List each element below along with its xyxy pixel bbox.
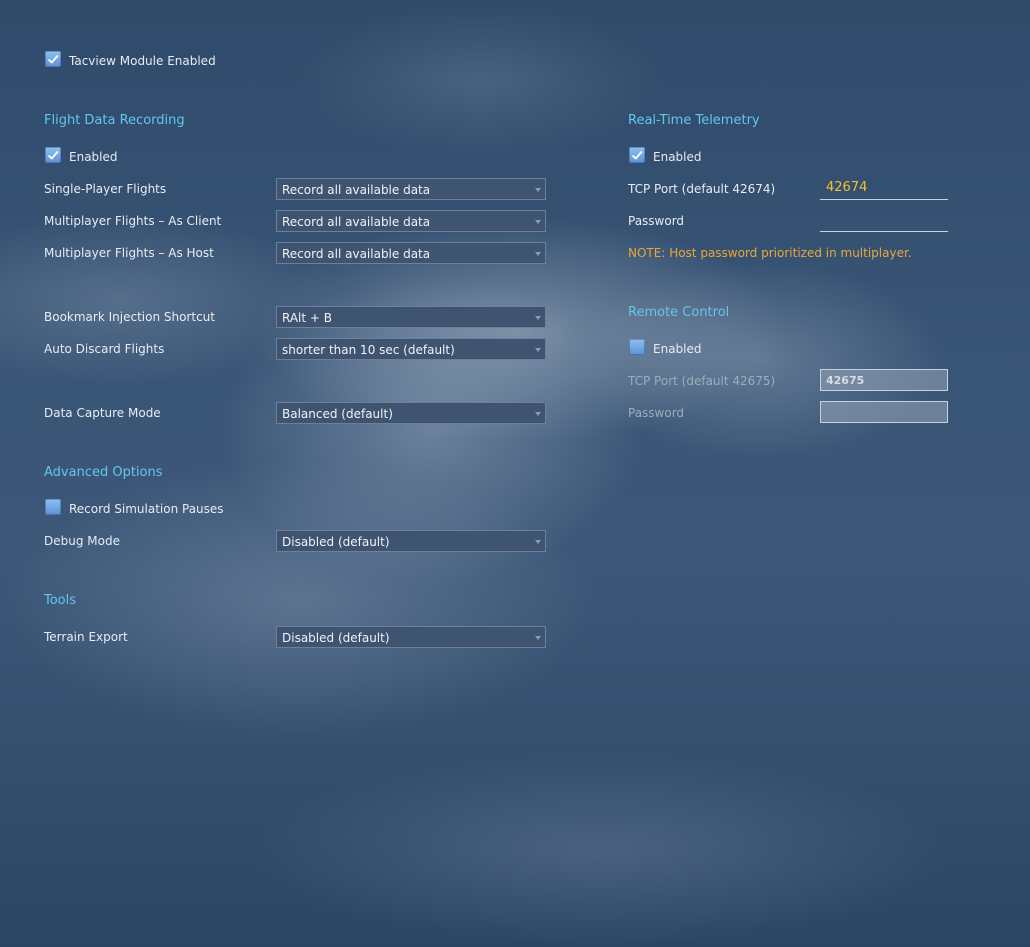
telemetry-port-value: 42674 bbox=[826, 180, 868, 195]
remote-password-input[interactable] bbox=[820, 401, 948, 423]
telemetry-enabled-checkbox[interactable] bbox=[629, 147, 645, 163]
terrain-export-label: Terrain Export bbox=[44, 630, 128, 644]
mp-host-dropdown[interactable]: Record all available data bbox=[276, 242, 546, 264]
bookmark-shortcut-label: Bookmark Injection Shortcut bbox=[44, 310, 215, 324]
telemetry-password-label: Password bbox=[628, 214, 685, 228]
mp-host-value: Record all available data bbox=[282, 247, 431, 261]
recording-enabled-checkbox[interactable] bbox=[45, 147, 61, 163]
auto-discard-value: shorter than 10 sec (default) bbox=[282, 343, 455, 357]
bookmark-shortcut-value: RAlt + B bbox=[282, 311, 333, 325]
telemetry-password-input[interactable] bbox=[820, 210, 948, 232]
dropdown-arrow-icon bbox=[535, 188, 541, 192]
terrain-export-value: Disabled (default) bbox=[282, 631, 390, 645]
mp-client-dropdown[interactable]: Record all available data bbox=[276, 210, 546, 232]
remote-port-input[interactable]: 42675 bbox=[820, 369, 948, 391]
module-enabled-label: Tacview Module Enabled bbox=[69, 54, 216, 68]
record-pauses-checkbox[interactable] bbox=[45, 499, 61, 515]
debug-mode-dropdown[interactable]: Disabled (default) bbox=[276, 530, 546, 552]
module-enabled-checkbox[interactable] bbox=[45, 51, 61, 67]
single-player-dropdown[interactable]: Record all available data bbox=[276, 178, 546, 200]
checkmark-icon bbox=[47, 150, 59, 160]
flight-data-recording-title: Flight Data Recording bbox=[44, 113, 185, 128]
remote-port-label: TCP Port (default 42675) bbox=[628, 374, 776, 388]
telemetry-title: Real-Time Telemetry bbox=[628, 113, 760, 128]
dropdown-arrow-icon bbox=[535, 540, 541, 544]
checkmark-icon bbox=[47, 54, 59, 64]
remote-password-label: Password bbox=[628, 406, 685, 420]
single-player-value: Record all available data bbox=[282, 183, 431, 197]
dropdown-arrow-icon bbox=[535, 252, 541, 256]
remote-enabled-checkbox[interactable] bbox=[629, 339, 645, 355]
record-pauses-label: Record Simulation Pauses bbox=[69, 502, 224, 516]
auto-discard-dropdown[interactable]: shorter than 10 sec (default) bbox=[276, 338, 546, 360]
mp-client-value: Record all available data bbox=[282, 215, 431, 229]
capture-mode-dropdown[interactable]: Balanced (default) bbox=[276, 402, 546, 424]
telemetry-note: NOTE: Host password prioritized in multi… bbox=[628, 246, 912, 260]
terrain-export-dropdown[interactable]: Disabled (default) bbox=[276, 626, 546, 648]
advanced-options-title: Advanced Options bbox=[44, 465, 163, 480]
dropdown-arrow-icon bbox=[535, 316, 541, 320]
tools-title: Tools bbox=[44, 593, 77, 608]
bookmark-shortcut-dropdown[interactable]: RAlt + B bbox=[276, 306, 546, 328]
capture-mode-label: Data Capture Mode bbox=[44, 406, 161, 420]
checkmark-icon bbox=[631, 150, 643, 160]
capture-mode-value: Balanced (default) bbox=[282, 407, 393, 421]
remote-enabled-label: Enabled bbox=[653, 342, 702, 356]
debug-mode-label: Debug Mode bbox=[44, 534, 120, 548]
dropdown-arrow-icon bbox=[535, 636, 541, 640]
remote-control-title: Remote Control bbox=[628, 305, 730, 320]
single-player-label: Single-Player Flights bbox=[44, 182, 167, 196]
dropdown-arrow-icon bbox=[535, 220, 541, 224]
remote-port-value: 42675 bbox=[826, 374, 865, 387]
telemetry-port-input[interactable]: 42674 bbox=[820, 178, 948, 200]
mp-client-label: Multiplayer Flights – As Client bbox=[44, 214, 222, 228]
dropdown-arrow-icon bbox=[535, 348, 541, 352]
telemetry-port-label: TCP Port (default 42674) bbox=[628, 182, 776, 196]
mp-host-label: Multiplayer Flights – As Host bbox=[44, 246, 214, 260]
auto-discard-label: Auto Discard Flights bbox=[44, 342, 165, 356]
dropdown-arrow-icon bbox=[535, 412, 541, 416]
debug-mode-value: Disabled (default) bbox=[282, 535, 390, 549]
telemetry-enabled-label: Enabled bbox=[653, 150, 702, 164]
recording-enabled-label: Enabled bbox=[69, 150, 118, 164]
